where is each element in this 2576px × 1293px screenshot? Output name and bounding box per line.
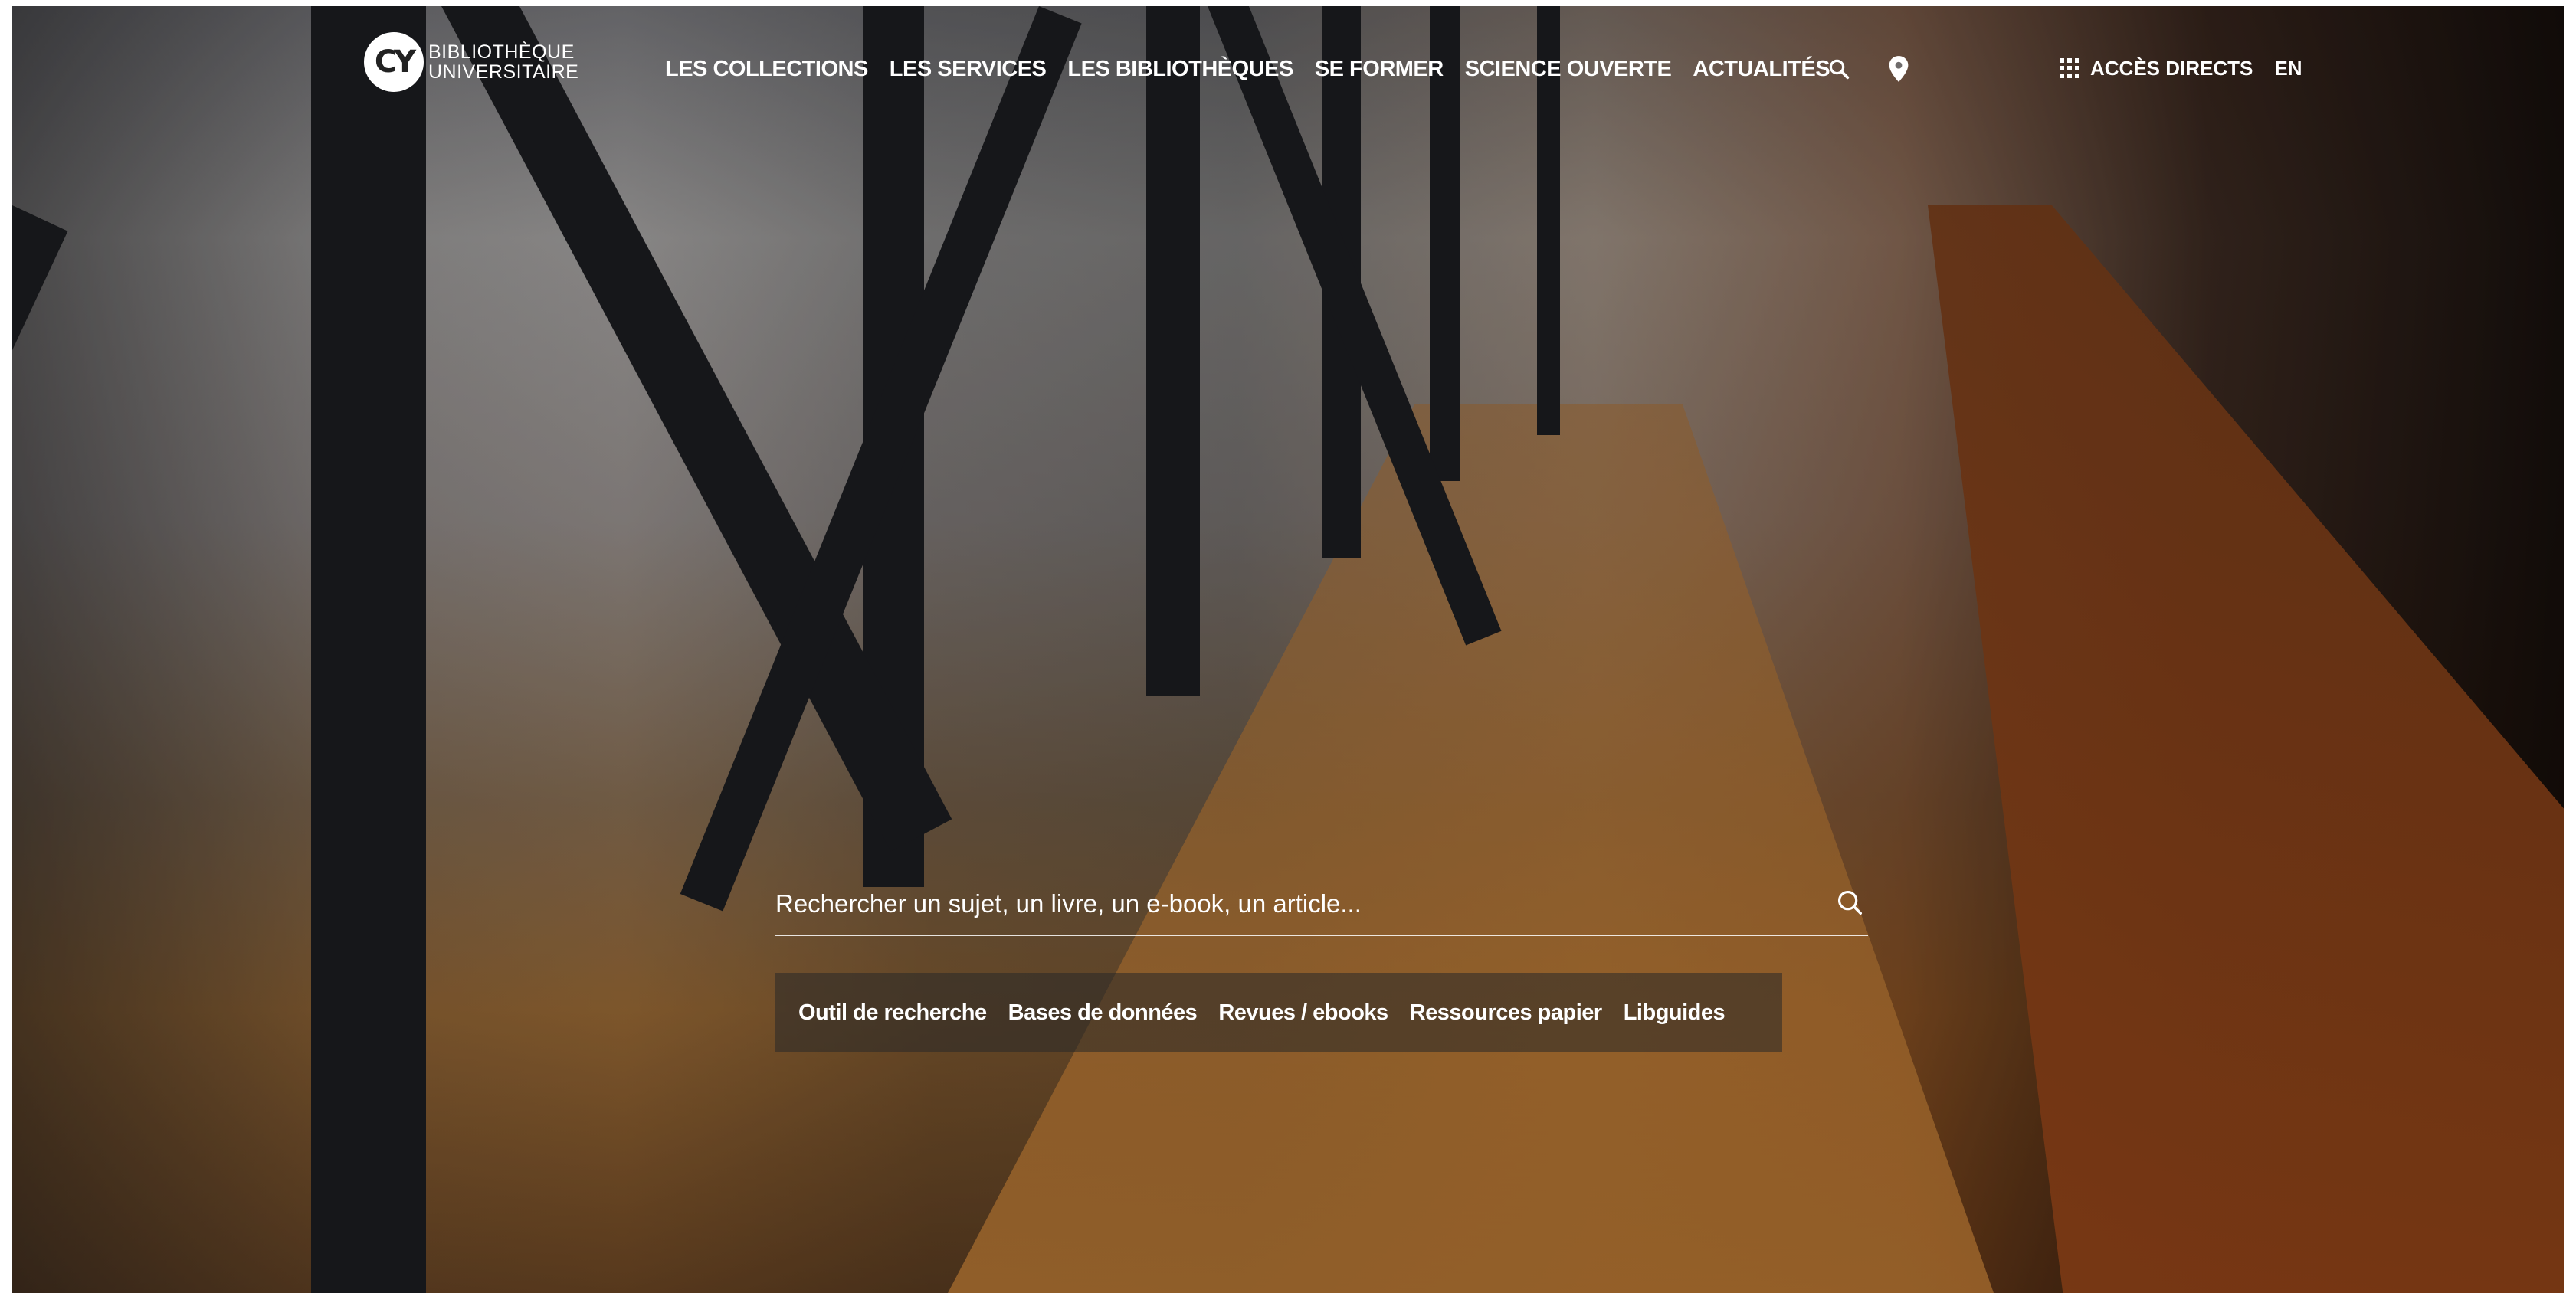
header-search-icon[interactable] [1824, 54, 1854, 84]
logo-line-1: BIBLIOTHÈQUE [428, 41, 575, 63]
search-quick-links: Outil de recherche Bases de données Revu… [775, 973, 1782, 1052]
search-block: Outil de recherche Bases de données Revu… [775, 873, 1868, 1052]
nav-item-services[interactable]: LES SERVICES [890, 57, 1047, 82]
search-submit-button[interactable] [1831, 884, 1868, 921]
logo-line-2: UNIVERSITAIRE [428, 61, 579, 83]
quick-link-libguides[interactable]: Libguides [1624, 1000, 1726, 1026]
quick-link-search-tool[interactable]: Outil de recherche [798, 1000, 987, 1026]
search-icon [1829, 59, 1850, 80]
page: CY BIBLIOTHÈQUE UNIVERSITAIRE LES COLLEC… [0, 0, 2576, 1293]
site-logo[interactable]: CY BIBLIOTHÈQUE UNIVERSITAIRE [364, 32, 578, 92]
search-input[interactable] [775, 873, 1868, 936]
right-nav: ACCÈS DIRECTS EN [2060, 57, 2302, 80]
logo-mark: CY [364, 32, 424, 92]
quick-link-journals-ebooks[interactable]: Revues / ebooks [1218, 1000, 1388, 1026]
location-pin-icon [1889, 56, 1909, 82]
logo-text: BIBLIOTHÈQUE UNIVERSITAIRE [428, 42, 578, 82]
logo-mark-text: CY [374, 44, 416, 80]
nav-item-training[interactable]: SE FORMER [1315, 57, 1444, 82]
main-nav: LES COLLECTIONS LES SERVICES LES BIBLIOT… [665, 57, 1851, 82]
quick-link-paper-resources[interactable]: Ressources papier [1410, 1000, 1603, 1026]
site-header: CY BIBLIOTHÈQUE UNIVERSITAIRE LES COLLEC… [0, 23, 2576, 123]
apps-grid-icon[interactable] [2060, 57, 2081, 80]
nav-item-open-science[interactable]: SCIENCE OUVERTE [1465, 57, 1672, 82]
header-location-icon[interactable] [1883, 54, 1914, 84]
direct-access-link[interactable]: ACCÈS DIRECTS [2090, 57, 2253, 80]
nav-item-collections[interactable]: LES COLLECTIONS [665, 57, 868, 82]
hero-background-image [12, 6, 2564, 1293]
language-switch[interactable]: EN [2274, 57, 2302, 80]
nav-item-news[interactable]: ACTUALITÉS [1693, 57, 1830, 82]
quick-link-databases[interactable]: Bases de données [1008, 1000, 1198, 1026]
hero-overlay [12, 6, 2564, 1293]
search-icon [1837, 890, 1862, 915]
nav-item-libraries[interactable]: LES BIBLIOTHÈQUES [1067, 57, 1293, 82]
